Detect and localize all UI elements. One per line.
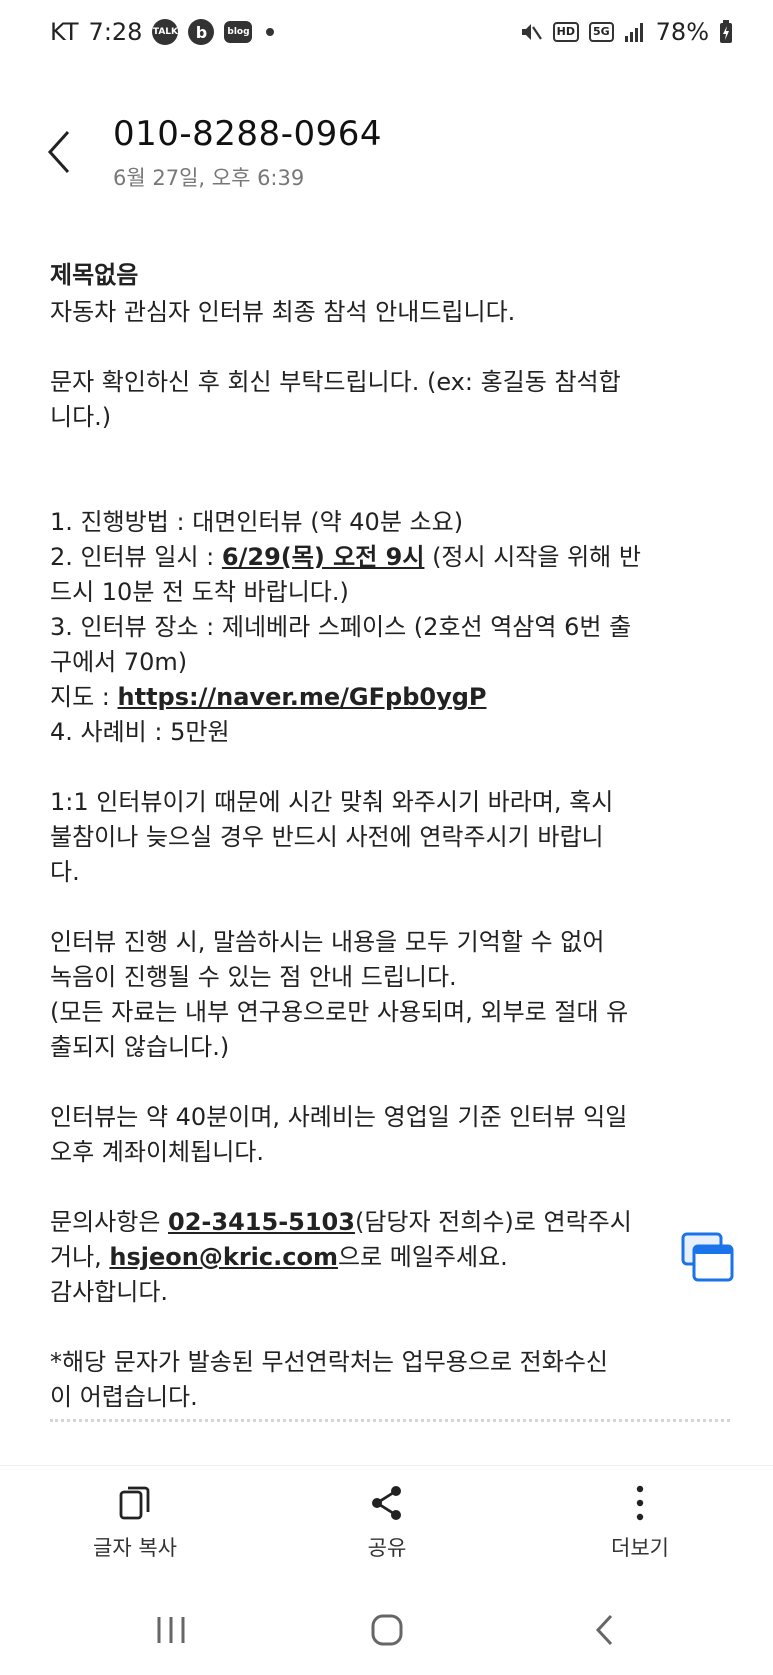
share-label: 공유 <box>367 1536 407 1560</box>
message-line: 드시 10분 전 도착 바랍니다.) <box>50 578 349 606</box>
system-back-button[interactable] <box>565 1607 645 1653</box>
network-5g-icon: 5G <box>588 22 614 42</box>
status-time: 7:28 <box>88 18 143 46</box>
chevron-left-icon <box>47 130 70 174</box>
message-line: 인터뷰 진행 시, 말씀하시는 내용을 모두 기억할 수 없어 <box>50 928 605 956</box>
message-lines-b: 드시 10분 전 도착 바랍니다.) 3. 인터뷰 장소 : 제네베라 스페이스 … <box>50 575 730 680</box>
message-body: 제목없음 자동차 관심자 인터뷰 최종 참석 안내드립니다. 문자 확인하신 후 … <box>50 258 730 1425</box>
more-button[interactable]: 더보기 <box>560 1484 720 1562</box>
copy-text-button[interactable]: 글자 복사 <box>55 1484 215 1562</box>
message-line <box>50 470 730 505</box>
message-line: 출되지 않습니다.) <box>50 1033 230 1061</box>
copy-text-label: 글자 복사 <box>93 1536 177 1560</box>
recent-apps-button[interactable] <box>131 1607 211 1653</box>
carrier-label: KT <box>50 18 79 46</box>
map-link[interactable]: https://naver.me/GFpb0ygP <box>118 683 487 711</box>
email-suffix: 으로 메일주세요. <box>337 1243 508 1271</box>
message-line <box>50 750 730 785</box>
battery-percent: 78% <box>655 18 709 46</box>
message-line-contact: 문의사항은 02-3415-5103(담당자 전희수)로 연락주시 <box>50 1205 730 1240</box>
copy-icon <box>119 1486 150 1520</box>
message-line: (모든 자료는 내부 연구용으로만 사용되며, 외부로 절대 유 <box>50 998 629 1026</box>
message-line <box>50 1170 730 1205</box>
more-label: 더보기 <box>611 1536 669 1560</box>
status-left: KT 7:28 TALK b blog <box>50 18 275 46</box>
message-line <box>50 890 730 925</box>
recent-apps-icon <box>157 1617 185 1643</box>
message-line-email: 거나, hsjeon@kric.com으로 메일주세요. <box>50 1240 730 1275</box>
message-line: 3. 인터뷰 장소 : 제네베라 스페이스 (2호선 역삼역 6번 출 <box>50 613 632 641</box>
popup-view-button[interactable] <box>680 1230 736 1286</box>
message-line: 인터뷰는 약 40분이며, 사례비는 영업일 기준 인터뷰 익일 <box>50 1103 628 1131</box>
kakaotalk-icon: TALK <box>152 19 179 45</box>
message-line: 자동차 관심자 인터뷰 최종 참석 안내드립니다. <box>50 298 516 326</box>
email-link[interactable]: hsjeon@kric.com <box>109 1243 338 1271</box>
message-line-interview-date: 2. 인터뷰 일시 : 6/29(목) 오전 9시 (정시 시작을 위해 반 <box>50 540 730 575</box>
message-lines-c: 4. 사례비 : 5만원 1:1 인터뷰이기 때문에 시간 맞춰 와주시기 바라며… <box>50 715 730 1205</box>
message-line <box>50 435 730 470</box>
share-icon <box>372 1486 401 1520</box>
message-line: 4. 사례비 : 5만원 <box>50 718 230 746</box>
interview-date-link[interactable]: 6/29(목) 오전 9시 <box>222 543 425 571</box>
back-button[interactable] <box>40 122 90 182</box>
interview-date-prefix: 2. 인터뷰 일시 : <box>50 543 222 571</box>
share-button[interactable]: 공유 <box>307 1484 467 1562</box>
signal-icon <box>624 23 643 42</box>
sender-number: 010-8288-0964 <box>113 114 382 154</box>
message-line: 1. 진행방법 : 대면인터뷰 (약 40분 소요) <box>50 508 464 536</box>
home-button[interactable] <box>347 1607 427 1653</box>
message-line: 구에서 70m) <box>50 648 188 676</box>
message-line: *해당 문자가 발송된 무선연락처는 업무용으로 전화수신 <box>50 1348 608 1376</box>
map-prefix: 지도 : <box>50 683 118 711</box>
message-datetime: 6월 27일, 오후 6:39 <box>113 166 305 190</box>
status-right: HD 5G 78% <box>519 18 733 46</box>
message-line: 오후 계좌이체됩니다. <box>50 1138 264 1166</box>
message-line <box>50 1310 730 1345</box>
message-line: 감사합니다. <box>50 1278 169 1306</box>
message-line: 녹음이 진행될 수 있는 점 안내 드립니다. <box>50 963 457 991</box>
message-line-map: 지도 : https://naver.me/GFpb0ygP <box>50 680 730 715</box>
status-bar: KT 7:28 TALK b blog HD 5G 78% <box>0 0 773 70</box>
hd-voice-icon: HD <box>552 22 579 42</box>
back-arrow-icon <box>595 1614 613 1646</box>
message-line: 1:1 인터뷰이기 때문에 시간 맞춰 와주시기 바라며, 혹시 <box>50 788 614 816</box>
message-subject: 제목없음 <box>50 261 139 289</box>
message-line: 문자 확인하신 후 회신 부탁드립니다. (ex: 홍길동 참석합 <box>50 368 621 396</box>
blog-icon: blog <box>224 21 253 43</box>
message-line: 이 어렵습니다. <box>50 1383 198 1411</box>
bottom-action-bar: 글자 복사 공유 더보기 <box>0 1465 773 1586</box>
message-line <box>50 1065 730 1100</box>
mute-icon <box>521 24 542 40</box>
contact-prefix: 문의사항은 <box>50 1208 169 1236</box>
popup-window-icon <box>681 1232 734 1282</box>
message-line: 니다.) <box>50 403 112 431</box>
message-lines-a: 자동차 관심자 인터뷰 최종 참석 안내드립니다. 문자 확인하신 후 회신 부탁… <box>50 295 730 540</box>
message-header: 010-8288-0964 6월 27일, 오후 6:39 <box>0 100 773 210</box>
notification-dot-icon <box>266 28 275 36</box>
message-line: 불참이나 늦으실 경우 반드시 사전에 연락주시기 바랍니 <box>50 823 604 851</box>
interview-date-suffix: (정시 시작을 위해 반 <box>424 543 641 571</box>
band-icon: b <box>188 19 215 45</box>
message-line: 다. <box>50 858 80 886</box>
contact-suffix: (담당자 전희수)로 연락주시 <box>354 1208 632 1236</box>
battery-charging-icon <box>720 20 732 43</box>
message-line <box>50 330 730 365</box>
more-vertical-icon <box>636 1485 644 1521</box>
home-icon <box>371 1614 403 1646</box>
clipped-text-fragment <box>50 1415 730 1425</box>
contact-phone-link[interactable]: 02-3415-5103 <box>168 1208 355 1236</box>
message-lines-d: 감사합니다. *해당 문자가 발송된 무선연락처는 업무용으로 전화수신이 어렵습… <box>50 1275 730 1415</box>
system-nav-bar <box>0 1585 773 1675</box>
email-prefix: 거나, <box>50 1243 110 1271</box>
